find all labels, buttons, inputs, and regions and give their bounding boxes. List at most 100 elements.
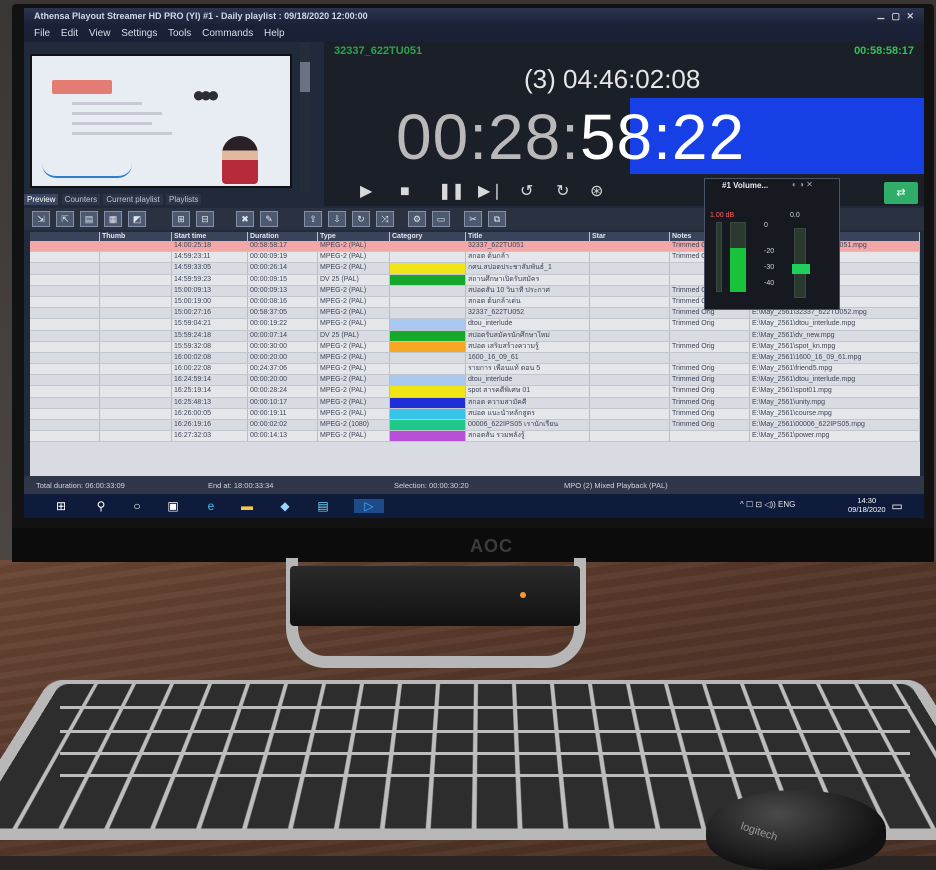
- window-controls[interactable]: ⚊ ▢ ✕: [877, 11, 916, 22]
- row-type: MPEG-2 (PAL): [318, 263, 390, 273]
- file-explorer-icon[interactable]: ▬: [240, 499, 254, 513]
- slide-banner: [52, 80, 112, 94]
- tab-playlists[interactable]: Playlists: [166, 194, 201, 205]
- menu-file[interactable]: File: [34, 28, 50, 39]
- volume-popup: [704, 178, 840, 310]
- row-duration: 00:00:20:00: [248, 353, 318, 363]
- system-tray[interactable]: ^ ☐ ⊡ ◁)) ENG: [740, 500, 795, 509]
- panel-tabs: Preview Counters Current playlist Playli…: [24, 194, 324, 208]
- remove-icon[interactable]: ⊟: [196, 211, 214, 227]
- col-start-time[interactable]: Start time: [172, 232, 248, 241]
- menu-settings[interactable]: Settings: [121, 28, 157, 39]
- menu-commands[interactable]: Commands: [202, 28, 253, 39]
- row-duration: 00:00:09:13: [248, 286, 318, 296]
- move-up-icon[interactable]: ⇧: [304, 211, 322, 227]
- row-title: 32337_622TU052: [466, 308, 590, 318]
- table-row[interactable]: 16:26:19:16 00:00:02:02 MPEG-2 (1080) 00006…: [30, 420, 920, 431]
- gear-icon[interactable]: ⚙: [408, 211, 426, 227]
- status-bar: Total duration: 06:00:33:09 End at: 18:0…: [24, 476, 924, 494]
- col-category[interactable]: Category: [390, 232, 466, 241]
- table-row[interactable]: 16:26:00:05 00:00:19:11 MPEG-2 (PAL) สปอต แ…: [30, 409, 920, 420]
- playout-app-icon[interactable]: ▷: [354, 499, 384, 513]
- table-row[interactable]: 15:59:24:18 00:00:07:14 DV 25 (PAL) สปอตรับ…: [30, 331, 920, 342]
- table-row[interactable]: 15:59:04:21 00:00:19:22 MPEG-2 (PAL) dtou_i…: [30, 319, 920, 330]
- edit-icon[interactable]: ✎: [260, 211, 278, 227]
- row-status: [30, 386, 100, 396]
- mouse[interactable]: [706, 790, 886, 870]
- loop-icon[interactable]: ↻: [352, 211, 370, 227]
- row-status: [30, 420, 100, 430]
- row-star: [590, 319, 670, 329]
- edge-icon[interactable]: e: [204, 499, 218, 513]
- row-star: [590, 364, 670, 374]
- col-thumb[interactable]: Thumb: [100, 232, 172, 241]
- volume-fader-track[interactable]: [794, 228, 806, 298]
- end-at: End at: 18:00:33:34: [208, 481, 273, 490]
- row-category: [390, 353, 466, 363]
- row-star: [590, 398, 670, 408]
- shuffle-icon[interactable]: ⤨: [376, 211, 394, 227]
- col-star[interactable]: Star: [590, 232, 670, 241]
- row-file: E:\May_2561\00006_622IPS05.mpg: [750, 420, 920, 430]
- notification-icon[interactable]: ▭: [890, 499, 904, 513]
- col-title[interactable]: Title: [466, 232, 590, 241]
- new-icon[interactable]: ⇲: [32, 211, 50, 227]
- export-icon[interactable]: ◩: [128, 211, 146, 227]
- tab-counters[interactable]: Counters: [62, 194, 100, 205]
- menu-edit[interactable]: Edit: [61, 28, 78, 39]
- col-status[interactable]: [30, 232, 100, 241]
- tab-current-playlist[interactable]: Current playlist: [103, 194, 162, 205]
- delete-icon[interactable]: ✖: [236, 211, 254, 227]
- screen-icon[interactable]: ▭: [432, 211, 450, 227]
- app-icon[interactable]: ◆: [278, 499, 292, 513]
- window-title-bar: Athensa Playout Streamer HD PRO (YI) #1 …: [24, 8, 924, 26]
- menu-view[interactable]: View: [89, 28, 111, 39]
- row-star: [590, 308, 670, 318]
- pause-icon[interactable]: ❚❚: [438, 182, 465, 202]
- elapsed-counter: 00:28:58:22: [396, 100, 745, 174]
- windows-start-icon[interactable]: ⊞: [54, 499, 68, 513]
- copy-icon[interactable]: ⧉: [488, 211, 506, 227]
- row-type: MPEG-2 (PAL): [318, 386, 390, 396]
- key-row-divider: [60, 752, 910, 755]
- preview-scroll-thumb[interactable]: [300, 62, 310, 92]
- save-as-icon[interactable]: ▦: [104, 211, 122, 227]
- redo-icon[interactable]: ↻: [556, 182, 569, 202]
- task-view-icon[interactable]: ▣: [166, 499, 180, 513]
- table-row[interactable]: 16:00:02:08 00:00:20:00 MPEG-2 (PAL) 1600_1…: [30, 353, 920, 364]
- table-row[interactable]: 15:59:32:08 00:00:30:00 MPEG-2 (PAL) สปอต เ…: [30, 342, 920, 353]
- insert-icon[interactable]: ⊞: [172, 211, 190, 227]
- row-title: รายการ เพื่อนแท้ ตอน 5: [466, 364, 590, 374]
- row-status: [30, 364, 100, 374]
- move-down-icon[interactable]: ⇩: [328, 211, 346, 227]
- volume-popup-controls[interactable]: ◐ ◑ ✕: [792, 180, 813, 189]
- table-row[interactable]: 16:25:19:14 00:00:28:24 MPEG-2 (PAL) spot ส…: [30, 386, 920, 397]
- volume-fader-knob[interactable]: [792, 264, 810, 274]
- row-type: MPEG-2 (PAL): [318, 364, 390, 374]
- menu-tools[interactable]: Tools: [168, 28, 191, 39]
- menu-help[interactable]: Help: [264, 28, 285, 39]
- search-icon[interactable]: ⚲: [94, 499, 108, 513]
- row-duration: 00:00:09:15: [248, 275, 318, 285]
- row-thumb: [100, 431, 172, 441]
- skip-icon[interactable]: ▶❘: [478, 182, 504, 202]
- save-icon[interactable]: ▤: [80, 211, 98, 227]
- table-row[interactable]: 16:25:48:13 00:00:10:17 MPEG-2 (PAL) สกอต ค…: [30, 398, 920, 409]
- table-row[interactable]: 16:24:59:14 00:00:20:00 MPEG-2 (PAL) dtou_i…: [30, 375, 920, 386]
- tab-preview[interactable]: Preview: [24, 194, 58, 205]
- undo-icon[interactable]: ↺: [520, 182, 533, 202]
- col-duration[interactable]: Duration: [248, 232, 318, 241]
- stop-icon[interactable]: ■: [400, 182, 410, 202]
- col-type[interactable]: Type: [318, 232, 390, 241]
- media-app-icon[interactable]: ▤: [316, 499, 330, 513]
- play-icon[interactable]: ▶: [360, 182, 372, 202]
- film-reel-icon[interactable]: ⊛: [590, 182, 603, 202]
- table-row[interactable]: 16:00:22:08 00:24:37:06 MPEG-2 (PAL) รายการ…: [30, 364, 920, 375]
- cut-icon[interactable]: ✂: [464, 211, 482, 227]
- open-icon[interactable]: ⇱: [56, 211, 74, 227]
- cortana-icon[interactable]: ○: [130, 499, 144, 513]
- taskbar-clock[interactable]: 14:30 09/18/2020: [848, 496, 886, 514]
- row-thumb: [100, 331, 172, 341]
- live-button[interactable]: ⇄: [884, 182, 918, 204]
- table-row[interactable]: 16:27:32:03 00:00:14:13 MPEG-2 (PAL) สกอตสั…: [30, 431, 920, 442]
